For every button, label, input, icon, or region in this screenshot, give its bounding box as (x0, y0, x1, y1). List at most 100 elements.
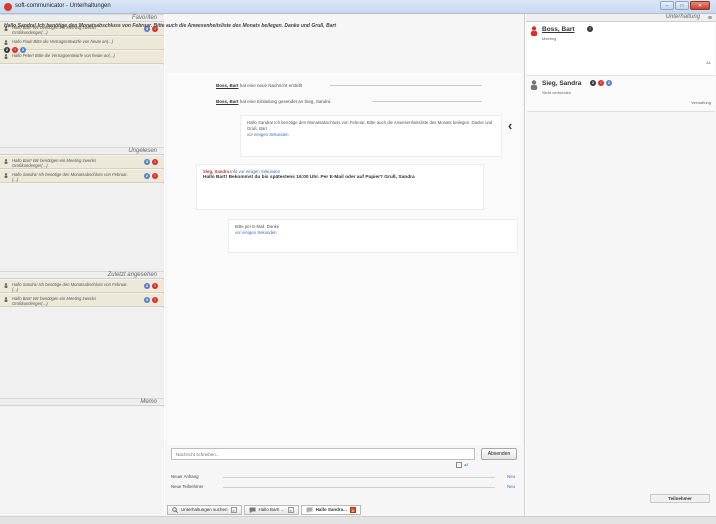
system-message-text: hat eine neue Nachricht erstellt (239, 83, 302, 88)
person-icon (4, 40, 8, 45)
participant-status: Nicht verbunden (542, 90, 572, 95)
tab-participants[interactable]: Teilnehmer (650, 494, 710, 503)
conversation-icon (249, 507, 256, 513)
person-icon (4, 159, 8, 164)
window-controls: – □ ✕ (660, 1, 710, 11)
participant-badges: ! (587, 26, 593, 32)
conversation-preview: Hallo Sandra! Ich benötige den Monatsabs… (12, 172, 128, 182)
participant-count-badge: 2 (4, 47, 10, 53)
conversation-icon (306, 507, 313, 513)
conversation-preview: Hallo Peter! Bitte die Vertragsentwürfe … (12, 53, 115, 58)
badges: 2 ! (144, 173, 158, 179)
participant-status: Meeting (542, 36, 557, 41)
participant-card[interactable]: Boss, Bart ! Meeting AL (527, 22, 715, 76)
close-tab-icon[interactable]: × (230, 506, 237, 513)
message-time: vor einigen Sekunden (247, 132, 289, 137)
conversation-subject: Hallo Sandra! Ich benötige den Monatsabs… (4, 23, 337, 29)
bottom-border (0, 516, 716, 524)
close-tab-icon[interactable]: × (287, 506, 294, 513)
badges: 3 ! (144, 297, 158, 303)
participant-department: AL (706, 60, 711, 65)
unread-item[interactable]: Hallo Bart! Wir benötigen ein Meeting zw… (0, 156, 164, 169)
participant-count-badge: 3 (144, 297, 150, 303)
message-input[interactable] (171, 448, 475, 460)
unread-empty-area (0, 184, 164, 271)
search-icon (172, 506, 178, 513)
section-favorites: Favoriten (0, 14, 164, 22)
system-message-text: hat eine Einladung gesendet an Sieg, San… (239, 99, 331, 104)
section-recent: Zuletzt angesehen (0, 271, 164, 279)
window-title: soft-communicator - Unterhaltungen (15, 3, 111, 9)
recent-item[interactable]: Hallo Bart! Wir benötigen ein Meeting zw… (0, 294, 164, 307)
unread-item[interactable]: Hallo Sandra! Ich benötige den Monatsabs… (0, 170, 164, 183)
participant-department: Verwaltung (691, 100, 711, 105)
section-memo: Memo (0, 398, 164, 406)
tab-conversation-active[interactable]: Hallo Sandra... × (300, 504, 361, 515)
message-bubble-reply: Sieg, Sandra Info vor einigen Sekunden H… (196, 164, 484, 210)
message-text: Hallo Bart! Bekommst du bis spätestens 1… (203, 175, 415, 180)
person-icon (530, 80, 538, 90)
message-time: vor einigen Sekunden (238, 169, 281, 174)
person-icon (4, 297, 8, 302)
minimize-button[interactable]: – (660, 1, 674, 10)
conversation-preview: Hallo Bart! Wir benötigen ein Meeting zw… (12, 296, 97, 306)
attachment-label: Neuer Anhang (171, 474, 199, 479)
recent-item[interactable]: Hallo Sandra! Ich benötige den Monatsabs… (0, 280, 164, 293)
new-attachment-row: Neuer Anhang Neu (171, 474, 515, 479)
message-bubble: Bitte per E-Mail. Danke vor einigen Seku… (228, 219, 518, 253)
details-header: Unterhaltung ≡ (526, 14, 716, 22)
enter-icon[interactable]: ↵ (464, 463, 469, 469)
participants-label: Neue Teilnehmer (171, 484, 204, 489)
details-title: Unterhaltung (665, 14, 700, 20)
conversation-preview: Hallo Bart! Wir benötigen ein Meeting zw… (12, 158, 97, 168)
message-author[interactable]: Sieg, Sandra (203, 169, 229, 174)
tab-label: Hallo Sandra... (315, 507, 347, 512)
system-message-author[interactable]: Boss, Bart (216, 99, 239, 104)
tab-conversation[interactable]: Hallo Bart! ... × (243, 504, 299, 515)
chevron-left-icon[interactable]: ‹ (508, 118, 512, 133)
tab-search[interactable]: Unterhaltungen suchen × (167, 504, 242, 515)
divider (330, 85, 482, 86)
memo-area[interactable] (0, 407, 164, 516)
person-icon (4, 54, 8, 59)
message-bubble: Hallo Sandra! Ich benötige den Monatsabs… (240, 115, 502, 157)
tab-bar: Unterhaltungen suchen × Hallo Bart! ... … (165, 503, 695, 516)
system-message-author[interactable]: Boss, Bart (216, 83, 239, 88)
recent-empty-area (0, 308, 164, 398)
participant-card[interactable]: Sieg, Sandra 2 ! 2 Nicht verbunden Verwa… (527, 76, 715, 112)
favorites-empty-area (0, 65, 164, 147)
new-participant-button[interactable]: Neu (507, 484, 515, 489)
alert-badge: ! (598, 80, 604, 86)
maximize-button[interactable]: □ (675, 1, 689, 10)
participant-count-badge: 2 (144, 283, 150, 289)
divider (223, 477, 495, 478)
alert-badge: ! (12, 47, 18, 53)
alert-badge: ! (587, 26, 593, 32)
tab-label: Unterhaltungen suchen (181, 507, 228, 512)
checkbox[interactable] (456, 462, 462, 469)
attachment-count-badge: 2 (20, 47, 26, 53)
participant-name[interactable]: Sieg, Sandra (542, 80, 581, 87)
close-button[interactable]: ✕ (690, 1, 710, 10)
window-titlebar: soft-communicator - Unterhaltungen – □ ✕ (0, 0, 716, 14)
message-label: Info (230, 169, 238, 174)
divider (223, 487, 495, 488)
system-message: Boss, Bart hat eine neue Nachricht erste… (216, 83, 302, 88)
participant-name[interactable]: Boss, Bart (542, 26, 575, 33)
person-icon (530, 26, 538, 36)
close-tab-icon[interactable]: × (349, 506, 356, 513)
conversation-badges: 2 ! 2 (4, 47, 26, 53)
person-icon (4, 283, 8, 288)
section-unread: Ungelesen (0, 147, 164, 155)
conversation-preview: Hallo Paul! Bitte die Vertragsentwürfe v… (12, 39, 114, 44)
badges: 2 ! (144, 283, 158, 289)
participant-badges: 2 ! 2 (590, 80, 612, 86)
participant-count-badge: 2 (590, 80, 596, 86)
send-button[interactable]: Absenden (481, 448, 517, 460)
alert-badge: ! (152, 283, 158, 289)
alert-badge: ! (152, 159, 158, 165)
app-logo-icon (4, 3, 12, 11)
menu-icon[interactable]: ≡ (708, 15, 712, 22)
new-attachment-button[interactable]: Neu (507, 474, 515, 479)
person-icon (4, 173, 8, 178)
